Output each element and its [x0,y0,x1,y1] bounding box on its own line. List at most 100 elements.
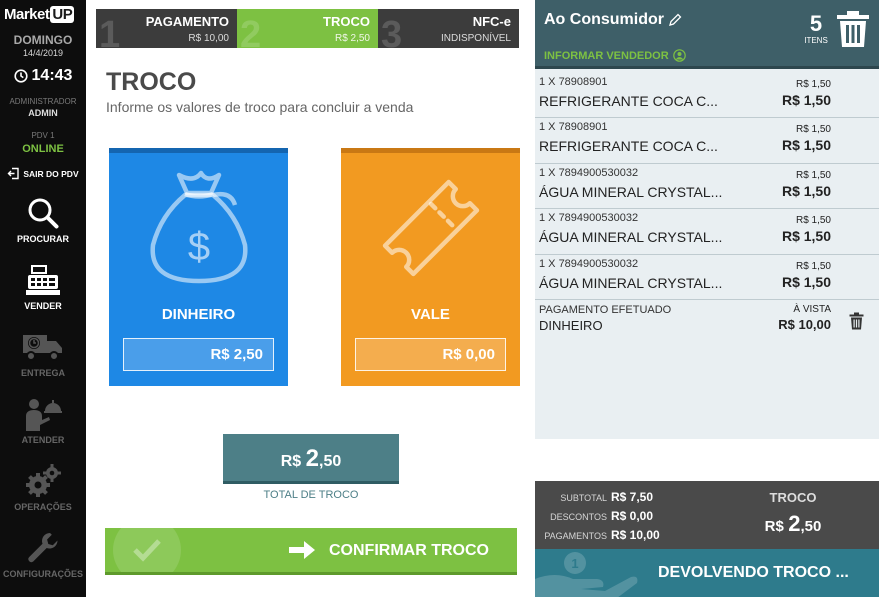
confirm-label: CONFIRMAR TROCO [329,542,489,559]
nav-label: OPERAÇÕES [14,502,72,512]
item-total: R$ 1,50 [781,92,831,108]
nav-label: VENDER [24,301,62,311]
nav-operacoes[interactable]: OPERAÇÕES [0,462,86,529]
dinheiro-value-field[interactable]: R$ 2,50 [123,338,274,371]
devolvendo-troco-banner: 1 DEVOLVENDO TROCO ... [535,549,879,597]
search-icon [28,198,59,229]
user-role: ADMINISTRADOR [9,97,77,106]
user-circle-icon [672,49,686,62]
total-int: 2 [305,445,319,472]
total-dec: ,50 [319,453,342,470]
date: 14/4/2019 [22,48,64,58]
customer-header: Ao Consumidor INFORMAR VENDEDOR 5 ITENS [535,0,879,69]
cart-item[interactable]: 1 X 7894900530032 ÁGUA MINERAL CRYSTAL..… [535,164,879,210]
vendor-link-text: INFORMAR VENDEDOR [544,49,669,62]
cart-panel: Ao Consumidor INFORMAR VENDEDOR 5 ITENS … [535,0,879,597]
step-subtitle: R$ 10,00 [188,33,229,44]
payment-label: PAGAMENTO EFETUADO [539,303,672,316]
clock-icon [13,69,28,83]
nav-configuracoes[interactable]: CONFIGURAÇÕES [0,529,86,596]
item-code: 1 X 7894900530032 [539,212,639,225]
pagamentos-value: R$ 10,00 [611,528,660,542]
cart-item[interactable]: 1 X 7894900530032 ÁGUA MINERAL CRYSTAL..… [535,209,879,255]
hand-coin-icon: 1 [535,552,638,597]
step-subtitle: R$ 2,50 [334,33,370,44]
nav-entrega[interactable]: ENTREGA [0,328,86,395]
item-unit-price: R$ 1,50 [795,169,831,181]
subtotal-value: R$ 7,50 [611,490,654,504]
svg-text:1: 1 [571,556,578,571]
step-nfce[interactable]: 3 NFC-e INDISPONÍVEL [378,9,519,48]
item-unit-price: R$ 1,50 [795,124,831,136]
dinheiro-card[interactable]: $ DINHEIRO R$ 2,50 [109,148,288,386]
clear-cart-trash-icon[interactable] [836,10,870,48]
item-total: R$ 1,50 [781,273,831,290]
item-description: REFRIGERANTE COCA C... [539,138,718,155]
logout-icon [7,167,20,180]
step-number: 3 [381,14,403,48]
troco-summary-value: R$ 2,50 [743,511,843,537]
payment-row: PAGAMENTO EFETUADO DINHEIRO À VISTA R$ 1… [535,300,879,344]
subtotal-label: SUBTOTAL [560,493,607,503]
step-troco[interactable]: 2 TROCO R$ 2,50 [237,9,378,48]
pdv-app: Market UP DOMINGO 14/4/2019 14:43 ADMINIS… [0,0,879,597]
pencil-icon[interactable] [668,13,682,27]
step-pagamento[interactable]: 1 PAGAMENTO R$ 10,00 [96,9,237,48]
checkout-steps: 1 PAGAMENTO R$ 10,00 2 TROCO R$ 2,50 3 N… [96,9,519,48]
weekday: DOMINGO [13,33,73,47]
waiter-icon [26,399,62,431]
logout-button[interactable]: SAIR DO PDV [0,167,86,180]
cart-item[interactable]: 1 X 78908901 REFRIGERANTE COCA C... R$ 1… [535,73,879,119]
troco-dec: ,50 [800,518,822,535]
step-title: TROCO [323,14,370,29]
clock: 14:43 [0,67,86,85]
vale-value-field[interactable]: R$ 0,00 [355,338,506,371]
troco-currency: R$ [764,518,784,535]
item-description: ÁGUA MINERAL CRYSTAL... [539,183,723,200]
cart-item[interactable]: 1 X 78908901 REFRIGERANTE COCA C... R$ 1… [535,118,879,164]
item-count-label: ITENS [804,36,828,45]
informar-vendedor-link[interactable]: INFORMAR VENDEDOR [544,49,686,62]
pagamentos-row: PAGAMENTOS R$ 10,00 [535,528,735,544]
item-unit-price: R$ 1,50 [795,260,831,272]
ticket-icon [382,179,479,277]
customer-name[interactable]: Ao Consumidor [544,11,682,29]
customer-name-text: Ao Consumidor [544,11,664,28]
pdv-label: PDV 1 [31,131,55,140]
logo-up-badge: UP [50,6,75,23]
item-unit-price: R$ 1,50 [795,79,831,90]
cash-register-icon [26,265,60,295]
clock-time: 14:43 [31,67,73,84]
nav-label: ATENDER [21,435,65,445]
nav-vender[interactable]: VENDER [0,261,86,328]
nav-label: ENTREGA [20,368,65,378]
delivery-truck-icon [23,335,62,361]
totals-summary: SUBTOTAL R$ 7,50 DESCONTOS R$ 0,00 PAGAM… [535,481,879,549]
nav-atender[interactable]: ATENDER [0,395,86,462]
item-count-number: 5 [809,11,823,36]
troco-summary-label: TROCO [769,490,817,505]
pagamentos-label: PAGAMENTOS [544,531,607,541]
total-troco-display: R$ 2,50 [223,434,399,484]
devolvendo-label: DEVOLVENDO TROCO ... [658,564,849,581]
cart-item[interactable]: 1 X 7894900530032 ÁGUA MINERAL CRYSTAL..… [535,255,879,300]
payment-amount: R$ 10,00 [778,316,831,332]
payment-method: DINHEIRO [539,317,603,333]
step-number: 1 [99,14,121,48]
wrench-icon [28,533,58,563]
vale-card[interactable]: VALE R$ 0,00 [341,148,520,386]
pdv-status: ONLINE [22,143,64,155]
sidebar-nav: PROCURAR VENDER ENTREGA ATENDER OPERAÇÕE… [0,194,86,596]
nav-procurar[interactable]: PROCURAR [0,194,86,261]
total-troco-label: TOTAL DE TROCO [263,489,359,501]
troco-int: 2 [788,511,801,536]
confirm-check-badge [113,528,181,572]
descontos-value: R$ 0,00 [611,509,654,523]
user-name: ADMIN [28,108,58,118]
remove-payment-trash-icon[interactable] [849,312,864,330]
payment-type: À VISTA [793,303,831,315]
confirmar-troco-button[interactable]: CONFIRMAR TROCO [105,528,517,575]
item-code: 1 X 7894900530032 [539,166,639,179]
item-description: ÁGUA MINERAL CRYSTAL... [539,274,723,291]
vale-label: VALE [411,306,450,323]
